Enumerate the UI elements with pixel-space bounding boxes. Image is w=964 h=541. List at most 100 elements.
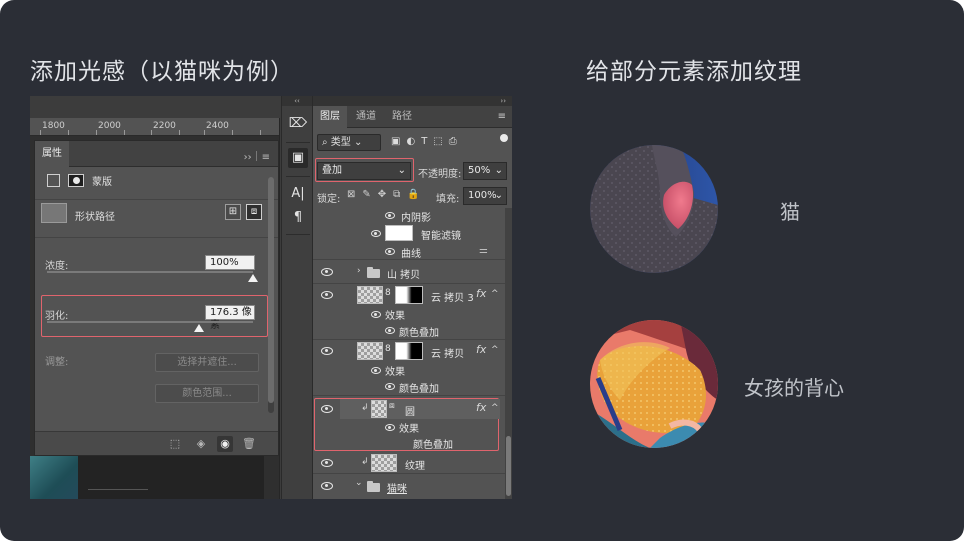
layer-effect-row[interactable]: 颜色叠加 [313, 378, 505, 396]
layer-effect-row[interactable]: 内阴影 [313, 208, 505, 224]
layer-row[interactable]: ↲ 纹理 [313, 452, 505, 474]
eye-icon[interactable] [321, 405, 333, 413]
chevron-up-icon[interactable]: ^ [491, 345, 499, 355]
eye-icon[interactable] [371, 367, 381, 374]
fill-input[interactable]: 100% ⌄ [463, 187, 507, 205]
cat-illustration [590, 145, 718, 273]
girl-label: 女孩的背心 [744, 376, 844, 400]
layer-effect-row[interactable]: 智能滤镜 [313, 224, 505, 242]
feather-input[interactable]: 176.3 像素 [205, 305, 255, 331]
eye-icon[interactable] [385, 424, 395, 431]
adjust-label: 调整: [45, 357, 69, 368]
lock-move-icon[interactable]: ✥ [378, 189, 386, 200]
fx-icon[interactable]: fx [476, 343, 486, 356]
paragraph-icon[interactable]: ¶ [288, 208, 308, 228]
lock-transparent-icon[interactable]: ⊠ [347, 189, 355, 200]
filter-options-icon[interactable]: ⚌ [479, 245, 488, 256]
lock-artboard-icon[interactable]: ⧉ [393, 189, 400, 200]
density-slider-track[interactable] [47, 271, 253, 273]
history-icon[interactable]: ⌦ [288, 114, 308, 134]
panel-menu-icon[interactable]: ››｜≡ [244, 148, 270, 163]
chevron-up-icon[interactable]: ^ [491, 403, 499, 413]
character-icon[interactable]: A| [288, 184, 308, 204]
folder-icon [367, 481, 380, 492]
properties-icon[interactable]: ▣ [288, 148, 308, 168]
eye-icon[interactable] [371, 230, 381, 237]
select-and-mask-button[interactable]: 选择并遮住... [155, 353, 259, 372]
eye-icon[interactable] [321, 291, 333, 299]
density-slider-thumb[interactable] [248, 274, 258, 282]
effect-label: 效果 [385, 311, 405, 322]
layer-effect-row[interactable]: 曲线 ⚌ [313, 242, 505, 260]
eye-icon[interactable] [385, 327, 395, 334]
pixel-mask-icon[interactable] [47, 174, 60, 187]
select-mask-icon[interactable]: ⧈ [246, 204, 262, 220]
pixel-filter-icon[interactable]: ▣ [391, 136, 400, 147]
feather-slider-thumb[interactable] [194, 324, 205, 332]
eye-icon[interactable] [321, 459, 333, 467]
ruler-label: 1800 [42, 121, 65, 131]
tab-layers[interactable]: 图层 [313, 106, 347, 128]
layer-row[interactable]: › 山 拷贝 [313, 260, 505, 284]
opacity-input[interactable]: 50% ⌄ [463, 162, 507, 180]
layer-row[interactable]: ↲ ⧈ 圆 fx ^ [313, 399, 505, 419]
eye-icon[interactable] [385, 248, 395, 255]
add-mask-icon[interactable]: ⊞ [225, 204, 241, 220]
layer-effect-row[interactable]: 效果 [313, 306, 505, 322]
filter-icons: ▣ ◐ T ⬚ ⎙ [391, 136, 457, 147]
vector-mask-icon[interactable] [68, 174, 84, 187]
type-filter-icon[interactable]: T [421, 136, 427, 147]
fx-icon[interactable]: fx [476, 287, 486, 300]
chevron-up-icon[interactable]: ^ [491, 289, 499, 299]
effect-label: 颜色叠加 [399, 384, 439, 395]
feather-label: 羽化: [45, 311, 69, 322]
apply-mask-icon[interactable]: ◈ [193, 436, 209, 452]
tab-paths[interactable]: 路径 [385, 106, 419, 128]
expand-icon[interactable]: ›› [313, 96, 512, 106]
shape-filter-icon[interactable]: ⬚ [433, 136, 442, 147]
layers-menu-icon[interactable]: ≡ [498, 111, 506, 122]
chevron-right-icon[interactable]: › [357, 266, 361, 276]
right-heading: 给部分元素添加纹理 [586, 59, 802, 85]
density-input[interactable]: 100% [205, 255, 255, 270]
canvas-dark-area [78, 456, 264, 499]
collapse-icon[interactable]: ‹‹ [282, 96, 312, 106]
feather-slider-track[interactable] [47, 321, 253, 323]
layer-row[interactable]: ⌄ 猫咪 [313, 474, 505, 498]
filter-kind-value: 类型 [330, 137, 351, 148]
layer-effect-row[interactable]: 效果 [313, 419, 505, 435]
layer-effect-row[interactable]: 效果 [313, 362, 505, 378]
filter-toggle[interactable] [500, 134, 508, 142]
visibility-eye-icon[interactable]: ◉ [217, 436, 233, 452]
lock-brush-icon[interactable]: ✎ [362, 189, 370, 200]
smart-filter-icon[interactable]: ⎙ [449, 136, 457, 147]
filter-kind-select[interactable]: ⌕ 类型 ⌄ [317, 134, 381, 151]
eye-icon[interactable] [385, 212, 395, 219]
properties-scrollbar[interactable] [268, 177, 274, 413]
layer-name: 山 拷贝 [387, 270, 421, 281]
layers-scrollbar[interactable] [505, 208, 512, 499]
eye-icon[interactable] [371, 311, 381, 318]
layer-row[interactable]: 8 云 拷贝 3 fx ^ [313, 284, 505, 306]
eye-icon[interactable] [321, 347, 333, 355]
layer-row[interactable]: 8 云 拷贝 fx ^ [313, 340, 505, 362]
layer-thumbnail [357, 342, 383, 360]
eye-icon[interactable] [321, 482, 333, 490]
tab-channels[interactable]: 通道 [349, 106, 383, 128]
adjustment-filter-icon[interactable]: ◐ [406, 136, 415, 147]
chevron-down-icon[interactable]: ⌄ [355, 478, 363, 488]
layer-name: 云 拷贝 [431, 349, 465, 360]
eye-icon[interactable] [321, 268, 333, 276]
load-selection-icon[interactable]: ⬚ [167, 436, 183, 452]
blend-mode-select[interactable]: 叠加 ⌄ [317, 162, 411, 180]
eye-icon[interactable] [385, 383, 395, 390]
effect-label: 效果 [399, 424, 419, 435]
fx-icon[interactable]: fx [476, 401, 486, 414]
color-range-button[interactable]: 颜色范围... [155, 384, 259, 403]
layer-effect-row[interactable]: 颜色叠加 [313, 435, 505, 451]
layer-effect-row[interactable]: 颜色叠加 [313, 322, 505, 340]
trash-icon[interactable]: 🗑 [241, 436, 257, 452]
lock-all-icon[interactable]: 🔒 [407, 189, 419, 200]
tab-properties[interactable]: 属性 [35, 141, 69, 167]
panel-dock-strip: ‹‹ ⌦ ▣ A| ¶ [281, 96, 313, 499]
